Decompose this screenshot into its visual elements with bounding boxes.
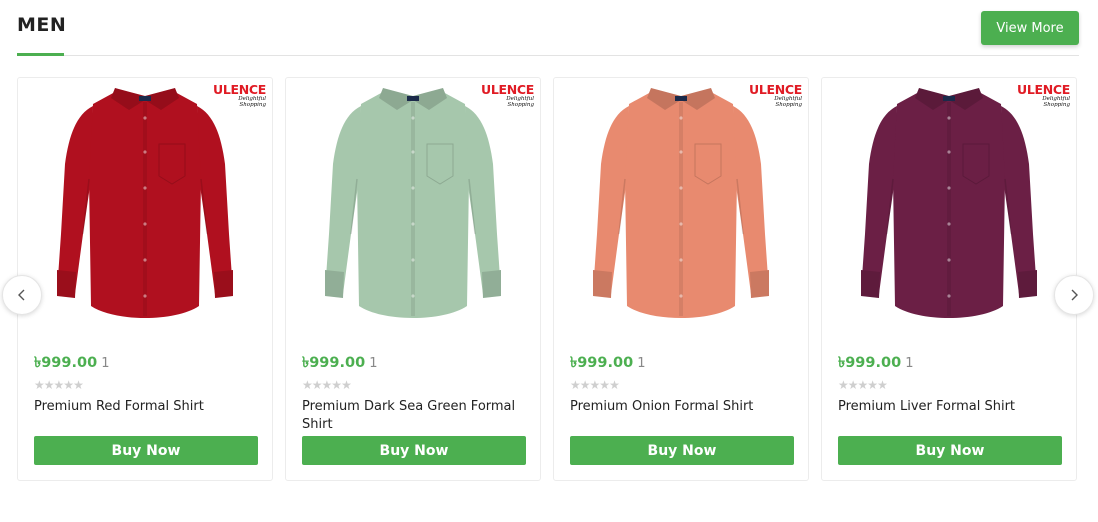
- carousel-prev-button[interactable]: [2, 275, 42, 315]
- star-icon: ★: [599, 378, 610, 392]
- brand-logo: ULENCE Delightful Shopping: [212, 82, 266, 108]
- star-icon: ★: [838, 378, 849, 392]
- product-price: ৳999.00: [838, 355, 902, 371]
- brand-logo: ULENCE Delightful Shopping: [748, 82, 802, 108]
- star-rating: ★★★★★: [302, 378, 352, 392]
- brand-logo: ULENCE Delightful Shopping: [480, 82, 534, 108]
- star-icon: ★: [341, 378, 352, 392]
- chevron-left-icon: [18, 289, 25, 301]
- star-icon: ★: [570, 378, 581, 392]
- brand-logo-name: ULENCE: [212, 82, 266, 97]
- star-icon: ★: [589, 378, 601, 392]
- product-card[interactable]: ULENCE Delightful Shopping ৳999.00 1 ★★★★…: [285, 77, 541, 481]
- title-underline: [17, 53, 64, 56]
- buy-now-button[interactable]: Buy Now: [570, 436, 794, 465]
- buy-now-button[interactable]: Buy Now: [302, 436, 526, 465]
- section-title: MEN: [17, 14, 67, 36]
- star-icon: ★: [321, 378, 333, 392]
- product-image[interactable]: ULENCE Delightful Shopping: [286, 78, 540, 340]
- section-header: MEN View More: [17, 0, 1079, 57]
- product-image[interactable]: ULENCE Delightful Shopping: [554, 78, 808, 340]
- review-count: 1: [369, 356, 378, 371]
- star-icon: ★: [73, 378, 84, 392]
- star-icon: ★: [34, 378, 45, 392]
- shirt-image: [324, 87, 502, 319]
- product-image[interactable]: ULENCE Delightful Shopping: [18, 78, 272, 340]
- brand-logo-tagline: Delightful Shopping: [774, 96, 802, 108]
- product-name[interactable]: Premium Red Formal Shirt: [34, 398, 256, 416]
- star-icon: ★: [867, 378, 878, 392]
- review-count: 1: [905, 356, 914, 371]
- price-row: ৳999.00 1: [570, 352, 645, 376]
- star-icon: ★: [579, 378, 591, 392]
- product-image[interactable]: ULENCE Delightful Shopping: [822, 78, 1076, 340]
- brand-logo-name: ULENCE: [480, 82, 534, 97]
- shirt-image: [592, 87, 770, 319]
- star-icon: ★: [877, 378, 888, 392]
- price-row: ৳999.00 1: [838, 352, 913, 376]
- brand-logo-tagline: Delightful Shopping: [1042, 96, 1070, 108]
- shirt-image: [860, 87, 1038, 319]
- star-icon: ★: [331, 378, 342, 392]
- view-more-button[interactable]: View More: [981, 11, 1079, 45]
- product-price: ৳999.00: [570, 355, 634, 371]
- product-price: ৳999.00: [302, 355, 366, 371]
- chevron-right-icon: [1071, 289, 1078, 301]
- product-price: ৳999.00: [34, 355, 98, 371]
- brand-logo-tagline: Delightful Shopping: [506, 96, 534, 108]
- star-icon: ★: [43, 378, 55, 392]
- product-name[interactable]: Premium Liver Formal Shirt: [838, 398, 1060, 416]
- product-card[interactable]: ULENCE Delightful Shopping ৳999.00 1 ★★★★…: [17, 77, 273, 481]
- review-count: 1: [637, 356, 646, 371]
- header-divider: [17, 55, 1079, 56]
- star-rating: ★★★★★: [838, 378, 888, 392]
- brand-logo-name: ULENCE: [748, 82, 802, 97]
- product-card[interactable]: ULENCE Delightful Shopping ৳999.00 1 ★★★★…: [821, 77, 1077, 481]
- star-icon: ★: [53, 378, 65, 392]
- product-name[interactable]: Premium Dark Sea Green Formal Shirt: [302, 398, 524, 434]
- carousel-next-button[interactable]: [1054, 275, 1094, 315]
- brand-logo-name: ULENCE: [1016, 82, 1070, 97]
- star-icon: ★: [63, 378, 74, 392]
- brand-logo-tagline: Delightful Shopping: [238, 96, 266, 108]
- price-row: ৳999.00 1: [302, 352, 377, 376]
- review-count: 1: [101, 356, 110, 371]
- brand-logo: ULENCE Delightful Shopping: [1016, 82, 1070, 108]
- star-icon: ★: [609, 378, 620, 392]
- product-card[interactable]: ULENCE Delightful Shopping ৳999.00 1 ★★★★…: [553, 77, 809, 481]
- price-row: ৳999.00 1: [34, 352, 109, 376]
- star-rating: ★★★★★: [34, 378, 84, 392]
- star-icon: ★: [302, 378, 313, 392]
- buy-now-button[interactable]: Buy Now: [34, 436, 258, 465]
- product-name[interactable]: Premium Onion Formal Shirt: [570, 398, 792, 416]
- star-icon: ★: [311, 378, 323, 392]
- star-icon: ★: [857, 378, 869, 392]
- star-icon: ★: [847, 378, 859, 392]
- star-rating: ★★★★★: [570, 378, 620, 392]
- buy-now-button[interactable]: Buy Now: [838, 436, 1062, 465]
- shirt-image: [56, 87, 234, 319]
